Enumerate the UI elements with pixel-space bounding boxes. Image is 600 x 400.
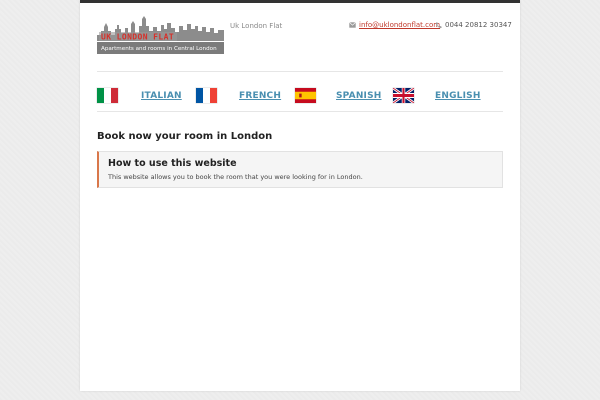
lang-link-french[interactable]: FRENCH	[239, 91, 281, 101]
spain-flag-icon[interactable]	[295, 88, 316, 103]
page-container: UK LONDON FLAT Apartments and rooms in C…	[80, 0, 520, 391]
phone-icon	[435, 22, 442, 29]
lang-link-english[interactable]: ENGLISH	[435, 91, 481, 101]
info-box-text: This website allows you to book the room…	[108, 173, 363, 181]
logo-title: UK LONDON FLAT	[101, 33, 174, 42]
language-selector: ITALIAN FRENCH SPANISH ENGLISH	[97, 88, 503, 106]
london-skyline-logo-icon: UK LONDON FLAT Apartments and rooms in C…	[97, 15, 224, 55]
email-text[interactable]: info@uklondonflat.com	[359, 21, 440, 29]
envelope-icon	[349, 22, 356, 28]
lang-link-spanish[interactable]: SPANISH	[336, 91, 382, 101]
email-link[interactable]: info@uklondonflat.com	[349, 21, 440, 29]
site-logo[interactable]: UK LONDON FLAT Apartments and rooms in C…	[97, 15, 224, 55]
uk-flag-icon[interactable]	[393, 88, 414, 103]
site-name: Uk London Flat	[230, 22, 283, 30]
italy-flag-icon[interactable]	[97, 88, 118, 103]
logo-subtitle: Apartments and rooms in Central London	[101, 46, 217, 52]
header-divider	[97, 71, 503, 72]
info-box: How to use this website This website all…	[97, 151, 503, 188]
lang-link-italian[interactable]: ITALIAN	[141, 91, 182, 101]
language-divider	[97, 111, 503, 112]
info-box-title: How to use this website	[108, 158, 237, 169]
phone-text: 0044 20812 30347	[445, 21, 512, 29]
phone-contact: 0044 20812 30347	[435, 21, 512, 29]
page-title: Book now your room in London	[97, 131, 273, 142]
france-flag-icon[interactable]	[196, 88, 217, 103]
